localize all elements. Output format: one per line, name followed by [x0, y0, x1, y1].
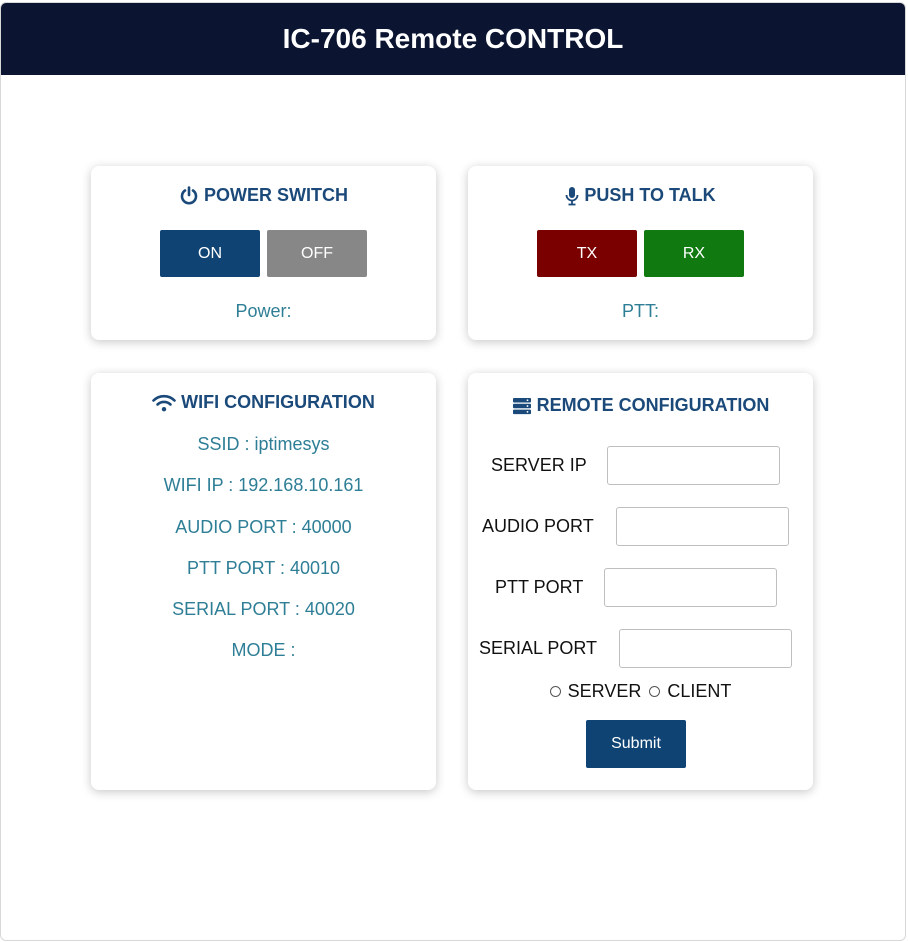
serial-port-label: SERIAL PORT — [479, 638, 598, 658]
power-switch-card: POWER SWITCH ON OFF Power: — [91, 166, 436, 340]
power-on-button[interactable]: ON — [160, 230, 260, 277]
app-frame: IC-706 Remote CONTROL POWER SWITCH ON OF… — [0, 2, 906, 941]
server-radio-option[interactable]: SERVER — [549, 681, 642, 702]
push-to-talk-title: PUSH TO TALK — [468, 185, 813, 206]
ptt-port-label: PTT PORT — [495, 577, 584, 597]
wifi-audio-port: AUDIO PORT : 40000 — [175, 517, 352, 537]
power-switch-title: POWER SWITCH — [91, 185, 436, 206]
power-icon — [179, 185, 199, 206]
server-radio-label: SERVER — [567, 681, 642, 701]
server-icon — [512, 397, 532, 415]
microphone-icon — [565, 186, 579, 206]
wifi-serial-port: SERIAL PORT : 40020 — [172, 599, 355, 619]
client-radio[interactable] — [649, 686, 661, 697]
power-status: Power: — [235, 301, 292, 321]
submit-button[interactable]: Submit — [586, 720, 686, 768]
server-radio[interactable] — [549, 686, 561, 697]
wifi-ip: WIFI IP : 192.168.10.161 — [163, 475, 364, 495]
page-title: IC-706 Remote CONTROL — [282, 23, 624, 54]
audio-port-label: AUDIO PORT — [482, 516, 594, 536]
wifi-icon — [152, 394, 176, 412]
server-ip-input[interactable] — [607, 446, 780, 485]
client-radio-option[interactable]: CLIENT — [649, 681, 731, 702]
wifi-configuration-title-text: WIFI CONFIGURATION — [181, 392, 375, 412]
ptt-status: PTT: — [621, 301, 659, 321]
remote-configuration-card: REMOTE CONFIGURATION SERVER IP AUDIO POR… — [468, 373, 813, 790]
remote-configuration-title-text: REMOTE CONFIGURATION — [536, 395, 770, 415]
mode-radio-group: SERVER CLIENT — [468, 681, 813, 702]
wifi-configuration-title: WIFI CONFIGURATION — [91, 392, 436, 413]
serial-port-input[interactable] — [619, 629, 792, 668]
tx-button[interactable]: TX — [537, 230, 637, 277]
rx-button[interactable]: RX — [644, 230, 744, 277]
header-bar: IC-706 Remote CONTROL — [1, 3, 905, 75]
client-radio-label: CLIENT — [667, 681, 732, 701]
wifi-ptt-port: PTT PORT : 40010 — [186, 558, 341, 578]
push-to-talk-card: PUSH TO TALK TX RX PTT: — [468, 166, 813, 340]
power-switch-title-text: POWER SWITCH — [204, 185, 348, 205]
ptt-port-input[interactable] — [604, 568, 777, 607]
wifi-mode: MODE : — [231, 640, 296, 660]
audio-port-input[interactable] — [616, 507, 789, 546]
server-ip-label: SERVER IP — [491, 455, 587, 475]
power-off-button[interactable]: OFF — [267, 230, 367, 277]
remote-configuration-title: REMOTE CONFIGURATION — [468, 395, 813, 416]
wifi-configuration-card: WIFI CONFIGURATION SSID : iptimesys WIFI… — [91, 373, 436, 790]
wifi-ssid: SSID : iptimesys — [197, 434, 330, 454]
push-to-talk-title-text: PUSH TO TALK — [584, 185, 716, 205]
